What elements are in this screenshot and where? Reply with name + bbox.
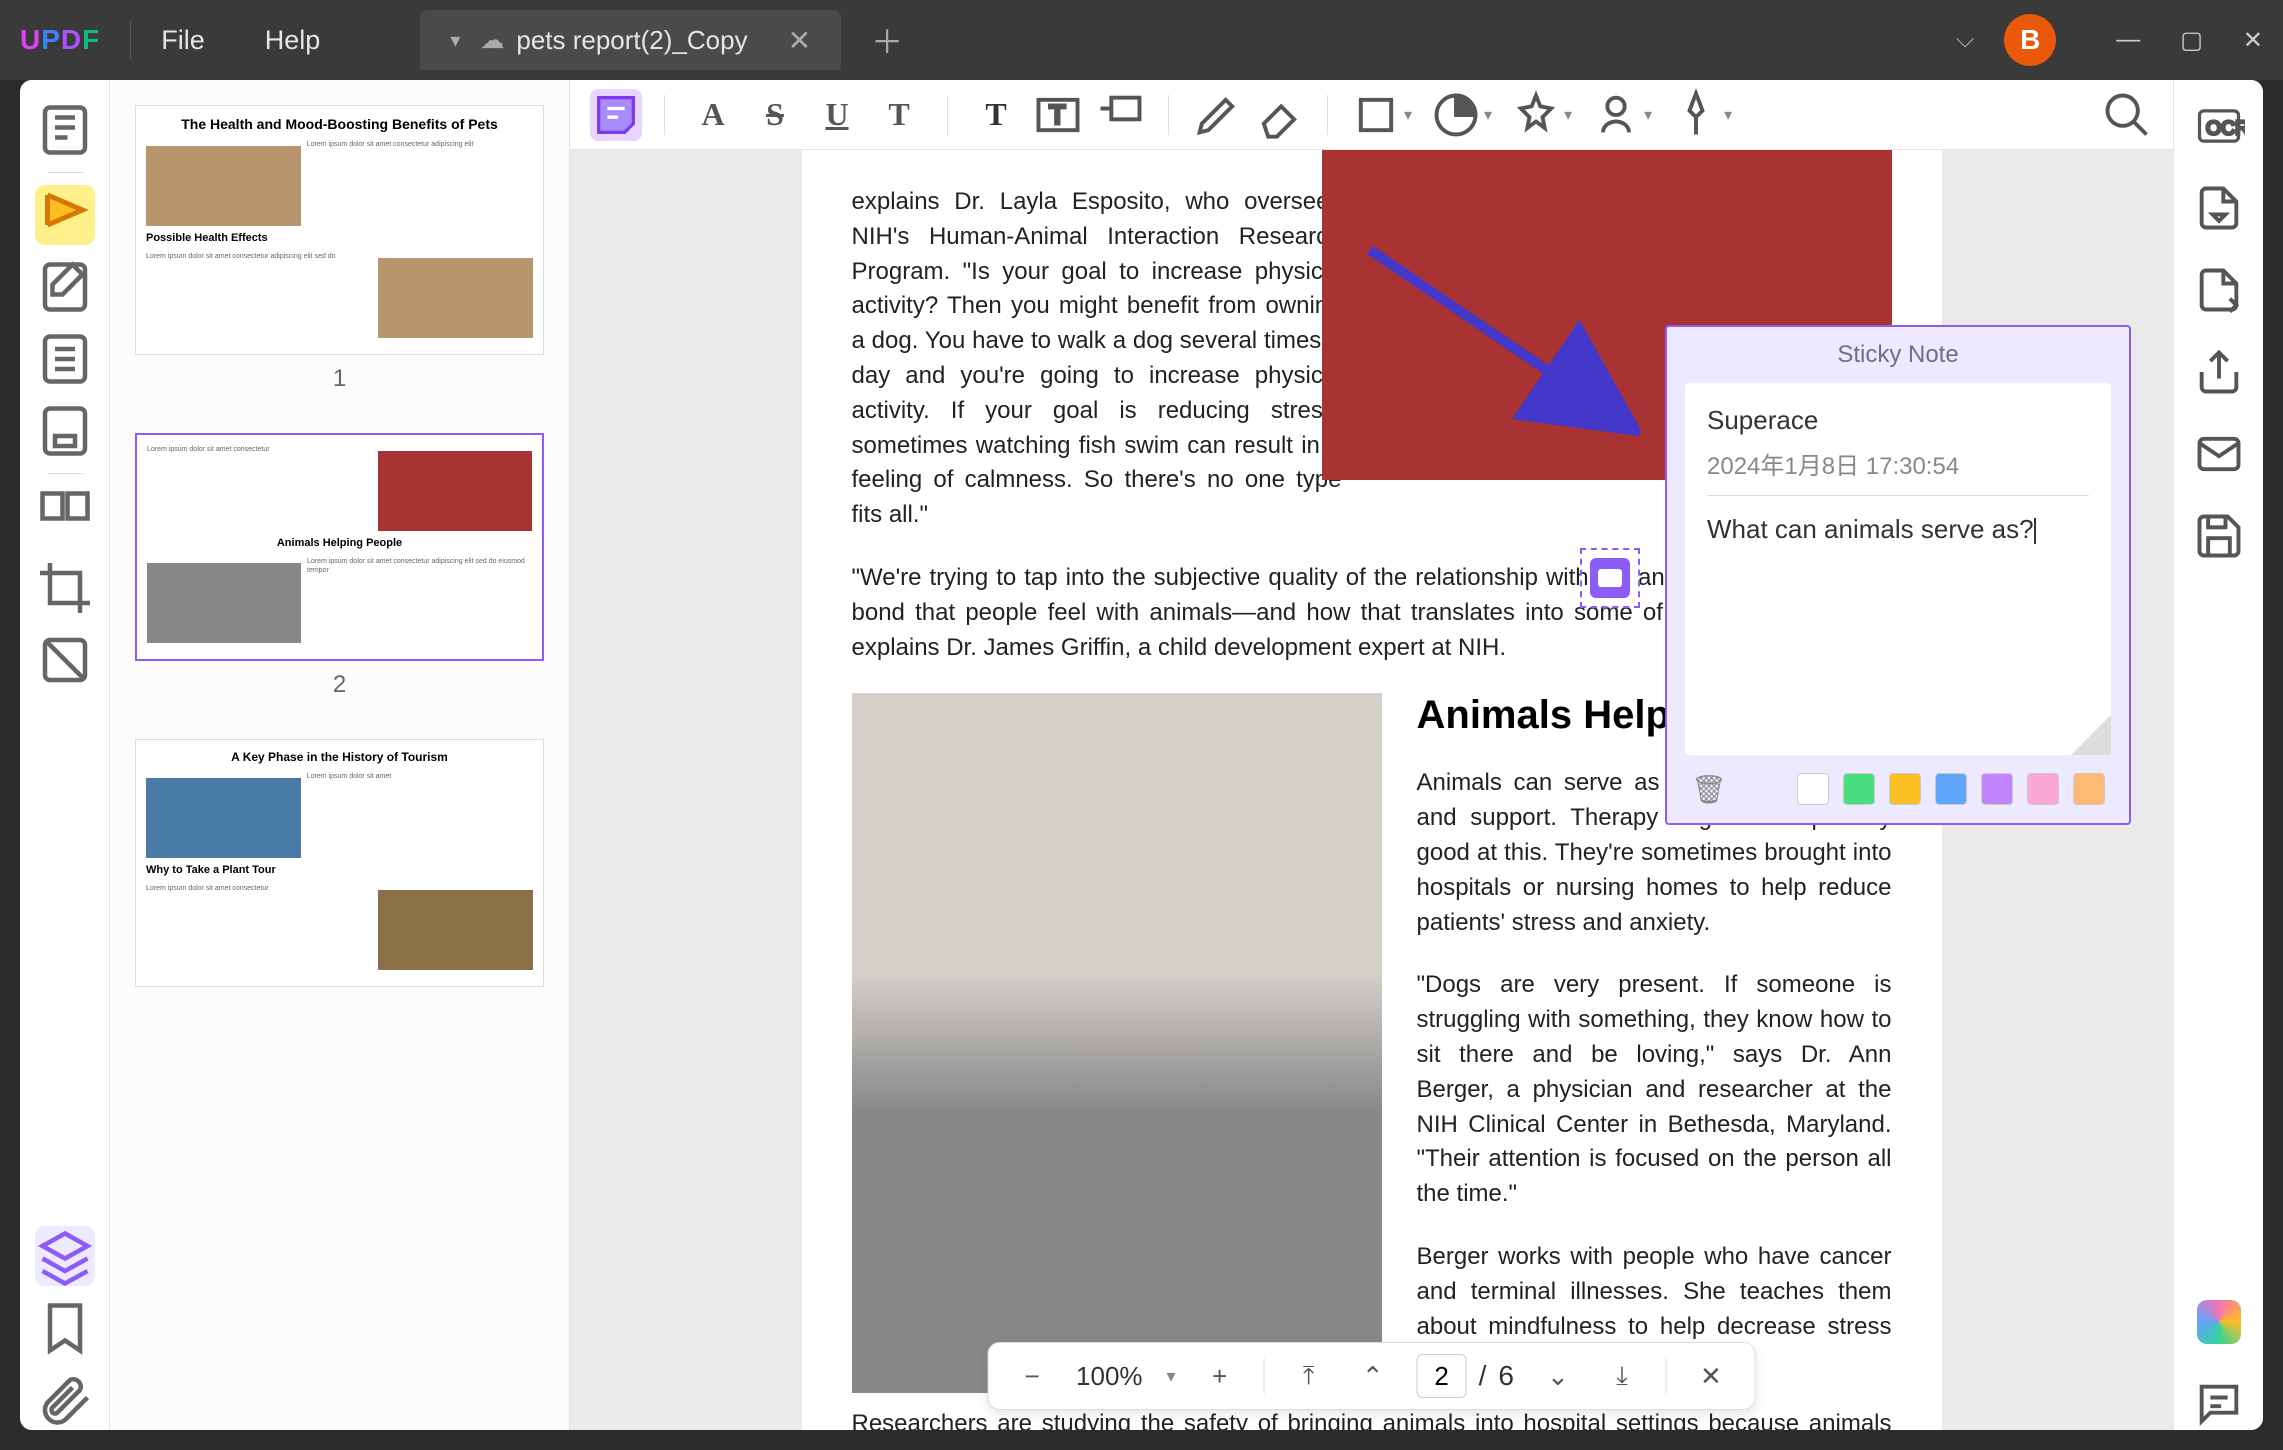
export-button[interactable] <box>2193 182 2245 234</box>
zoom-dropdown[interactable]: ▾ <box>1167 1366 1176 1387</box>
titlebar: UPDF File Help ▾ ☁ pets report(2)_Copy ✕… <box>0 0 2283 80</box>
callout-tool[interactable] <box>1094 89 1146 141</box>
comment-mode-button[interactable] <box>35 185 95 245</box>
comments-panel-button[interactable] <box>2193 1378 2245 1430</box>
menu-file[interactable]: File <box>161 25 205 56</box>
ocr-button[interactable]: OCR <box>2193 100 2245 152</box>
thumbnail-page-2[interactable]: Lorem ipsum dolor sit amet consectetur A… <box>135 433 544 661</box>
underline-tool[interactable]: U <box>811 89 863 141</box>
close-nav-button[interactable]: ✕ <box>1691 1356 1731 1396</box>
zoom-out-button[interactable]: − <box>1012 1356 1052 1396</box>
last-page-button[interactable]: ⤓ <box>1602 1356 1642 1396</box>
delete-sticky-button[interactable]: 🗑 <box>1691 773 1723 805</box>
svg-text:T: T <box>1049 99 1065 129</box>
paragraph: explains Dr. Layla Esposito, who oversee… <box>852 185 1342 533</box>
page-input[interactable] <box>1417 1354 1467 1398</box>
sticker-tool[interactable] <box>1430 89 1482 141</box>
page-total: 6 <box>1498 1360 1514 1392</box>
first-page-button[interactable]: ⤒ <box>1289 1356 1329 1396</box>
shape-tool[interactable] <box>1350 89 1402 141</box>
tab-title: pets report(2)_Copy <box>516 25 747 56</box>
resize-handle[interactable] <box>2071 715 2111 755</box>
maximize-button[interactable]: ▢ <box>2180 26 2203 55</box>
attachments-button[interactable] <box>35 1370 95 1430</box>
edit-mode-button[interactable] <box>35 257 95 317</box>
thumb-title: The Health and Mood-Boosting Benefits of… <box>146 116 533 132</box>
close-button[interactable]: ✕ <box>2243 26 2263 55</box>
sticky-text-input[interactable]: What can animals serve as? <box>1707 514 2089 545</box>
app-logo: UPDF <box>20 24 100 56</box>
textbox-tool[interactable]: T <box>1032 89 1084 141</box>
tab-close-icon[interactable]: ✕ <box>788 24 811 57</box>
paragraph: Researchers are studying the safety of b… <box>852 1407 1892 1430</box>
thumb-heading: Why to Take a Plant Tour <box>146 864 533 876</box>
page-navigation-bar: − 100% ▾ + ⤒ ⌃ / 6 ⌄ ⤓ ✕ <box>987 1342 1756 1410</box>
thumb-subtitle: Possible Health Effects <box>146 232 533 244</box>
email-button[interactable] <box>2193 428 2245 480</box>
pen-tool[interactable] <box>1670 89 1722 141</box>
text-tool[interactable]: T <box>970 89 1022 141</box>
sticky-color-swatch[interactable] <box>1981 773 2013 805</box>
pencil-tool[interactable] <box>1191 89 1243 141</box>
signature-tool[interactable] <box>1590 89 1642 141</box>
thumb-heading: Animals Helping People <box>147 537 532 549</box>
sticky-author: Superace <box>1707 405 2089 436</box>
minimize-button[interactable]: — <box>2116 26 2140 55</box>
thumbnail-page-1[interactable]: The Health and Mood-Boosting Benefits of… <box>135 105 544 355</box>
sticky-color-swatch[interactable] <box>1797 773 1829 805</box>
svg-text:OCR: OCR <box>2206 118 2245 140</box>
sticky-date: 2024年1月8日 17:30:54 <box>1707 446 2089 496</box>
sticky-color-swatch[interactable] <box>2073 773 2105 805</box>
left-toolbar <box>20 80 110 1430</box>
organize-mode-button[interactable] <box>35 329 95 389</box>
prev-page-button[interactable]: ⌃ <box>1353 1356 1393 1396</box>
thumbnail-page-3[interactable]: A Key Phase in the History of Tourism Lo… <box>135 739 544 987</box>
sticky-color-swatch[interactable] <box>1843 773 1875 805</box>
right-toolbar: OCR <box>2173 80 2263 1430</box>
thumb-number-2: 2 <box>135 671 544 699</box>
bookmarks-button[interactable] <box>35 1298 95 1358</box>
annotation-toolbar: A S U T T T ▾ ▾ ▾ ▾ ▾ <box>570 80 2173 150</box>
crop-button[interactable] <box>35 558 95 618</box>
save-button[interactable] <box>2193 510 2245 562</box>
stamp-tool[interactable] <box>1510 89 1562 141</box>
user-avatar[interactable]: B <box>2004 14 2056 66</box>
zoom-level: 100% <box>1076 1361 1143 1392</box>
page-separator: / <box>1479 1360 1487 1392</box>
sticky-note-tool[interactable] <box>590 89 642 141</box>
sticky-color-swatch[interactable] <box>1935 773 1967 805</box>
tab-dropdown-icon[interactable]: ▾ <box>450 28 460 53</box>
cloud-icon: ☁ <box>480 26 504 55</box>
search-button[interactable] <box>2101 89 2153 141</box>
form-mode-button[interactable] <box>35 401 95 461</box>
squiggly-tool[interactable]: T <box>873 89 925 141</box>
layers-button[interactable] <box>35 1226 95 1286</box>
page-tools-button[interactable] <box>35 486 95 546</box>
eraser-tool[interactable] <box>1253 89 1305 141</box>
highlight-tool[interactable]: A <box>687 89 739 141</box>
sticky-note-popup: Sticky Note Superace 2024年1月8日 17:30:54 … <box>1665 325 2131 825</box>
sticky-color-swatch[interactable] <box>1889 773 1921 805</box>
thumbnails-panel: The Health and Mood-Boosting Benefits of… <box>110 80 570 1430</box>
sticky-popup-title: Sticky Note <box>1667 327 2129 383</box>
next-page-button[interactable]: ⌄ <box>1538 1356 1578 1396</box>
sticky-color-swatch[interactable] <box>2027 773 2059 805</box>
thumb-number-1: 1 <box>135 365 544 393</box>
document-tab[interactable]: ▾ ☁ pets report(2)_Copy ✕ <box>420 10 841 70</box>
convert-button[interactable] <box>2193 264 2245 316</box>
reader-mode-button[interactable] <box>35 100 95 160</box>
window-menu-icon[interactable]: ⌵ <box>1956 26 1974 54</box>
redact-button[interactable] <box>35 630 95 690</box>
zoom-in-button[interactable]: + <box>1200 1356 1240 1396</box>
doc-image-cat <box>852 693 1382 1393</box>
sticky-note-marker[interactable] <box>1590 558 1630 598</box>
strikethrough-tool[interactable]: S <box>749 89 801 141</box>
menu-help[interactable]: Help <box>265 25 321 56</box>
new-tab-button[interactable]: ＋ <box>871 17 903 63</box>
share-button[interactable] <box>2193 346 2245 398</box>
ai-button[interactable] <box>2193 1296 2245 1348</box>
thumb-heading: A Key Phase in the History of Tourism <box>146 750 533 764</box>
